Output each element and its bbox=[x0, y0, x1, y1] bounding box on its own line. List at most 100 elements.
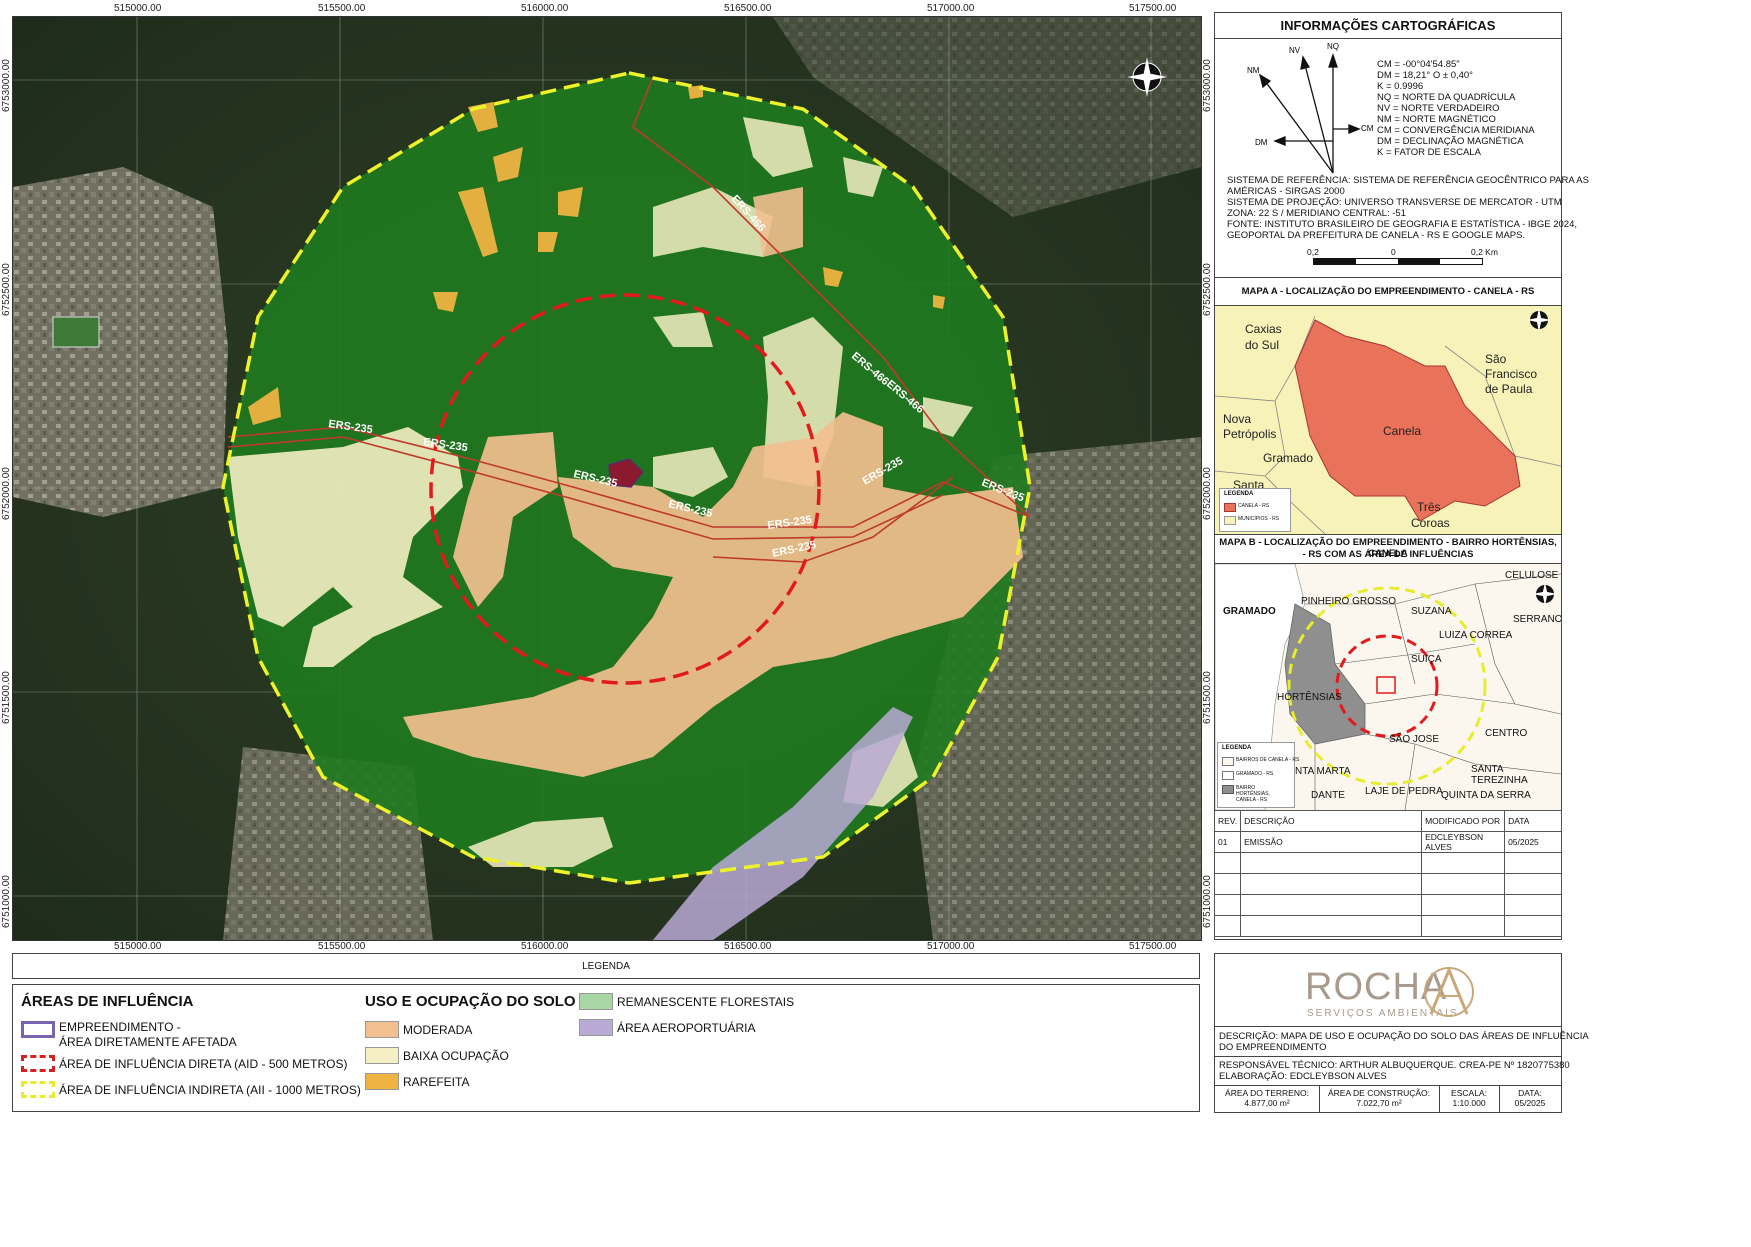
canela-polygon bbox=[1294, 319, 1521, 522]
y-coord-right: 6752500.00 bbox=[1202, 263, 1213, 316]
divider bbox=[1215, 1056, 1561, 1057]
reference-line: FONTE: INSTITUTO BRASILEIRO DE GEOGRAFIA… bbox=[1227, 219, 1577, 230]
escala-value: 1:10.000 bbox=[1452, 1098, 1486, 1108]
map-a: Caxias do Sul São Francisco de Paula Nov… bbox=[1215, 306, 1561, 534]
y-coord-left: 6751500.00 bbox=[1, 671, 12, 724]
place-label: Canela bbox=[1383, 424, 1422, 438]
north-info-line: K = 0.9996 bbox=[1377, 81, 1424, 92]
remanescente-swatch bbox=[579, 993, 613, 1010]
place-label: HORTÊNSIAS bbox=[1277, 692, 1342, 703]
data-cell: DATA: 05/2025 bbox=[1499, 1085, 1561, 1113]
place-label: SUIÇA bbox=[1411, 654, 1442, 665]
place-label: de Paula bbox=[1485, 382, 1533, 396]
rarefeita-swatch bbox=[365, 1073, 399, 1090]
map-a-legend: LEGENDA CANELA - RS MUNICÍPIOS - RS bbox=[1219, 488, 1291, 532]
sports-field bbox=[52, 316, 100, 348]
main-map-frame: ERS-466 ERS-466 ERS-466 ERS-235 ERS-235 … bbox=[12, 16, 1202, 941]
x-coord-bottom: 516500.00 bbox=[724, 941, 772, 952]
reference-line: GEOPORTAL DA PREFEITURA DE CANELA - RS E… bbox=[1227, 230, 1526, 241]
y-coord-left: 6751000.00 bbox=[1, 875, 12, 928]
place-label: Três bbox=[1417, 500, 1441, 514]
rev-cell bbox=[1213, 852, 1242, 874]
place-label: NTA MARTA bbox=[1295, 766, 1351, 777]
y-coord-left: 6752000.00 bbox=[1, 467, 12, 520]
legend-swatch-hortensias bbox=[1222, 785, 1234, 794]
north-info-line: CM = CONVERGÊNCIA MERIDIANA bbox=[1377, 125, 1535, 136]
place-label: SUZANA bbox=[1411, 606, 1452, 617]
cm-label: CM bbox=[1361, 124, 1374, 133]
y-coord-right: 6751500.00 bbox=[1202, 671, 1213, 724]
x-coord-bottom: 516000.00 bbox=[521, 941, 569, 952]
legend-swatch-canela bbox=[1224, 503, 1236, 512]
place-label: SERRANO bbox=[1513, 614, 1561, 625]
x-coord-bottom: 517000.00 bbox=[927, 941, 975, 952]
area-construcao-cell: ÁREA DE CONSTRUÇÃO: 7.022,70 m² bbox=[1319, 1085, 1440, 1113]
map-b: CELULOSE GRAMADO PINHEIRO GROSSO SUZANA … bbox=[1215, 564, 1561, 810]
info-panel: INFORMAÇÕES CARTOGRÁFICAS NM NV NQ DM CM… bbox=[1213, 12, 1589, 940]
scale-label-right: 0,2 Km bbox=[1471, 247, 1498, 257]
place-label: QUINTA DA SERRA bbox=[1441, 790, 1531, 801]
divider bbox=[1215, 534, 1561, 535]
rev-cell bbox=[1421, 873, 1506, 895]
north-info-line: K = FATOR DE ESCALA bbox=[1377, 147, 1481, 158]
nq-label: NQ bbox=[1327, 42, 1339, 51]
legend-swatch-gramado bbox=[1222, 771, 1234, 780]
legend-item: ÁREA DE INFLUÊNCIA DIRETA (AID - 500 MET… bbox=[59, 1057, 348, 1071]
reference-line: AMÉRICAS - SIRGAS 2000 bbox=[1227, 186, 1345, 197]
scale-bar bbox=[1313, 258, 1483, 265]
aeroportuaria-swatch bbox=[579, 1019, 613, 1036]
map-a-title: MAPA A - LOCALIZAÇÃO DO EMPREENDIMENTO -… bbox=[1241, 286, 1535, 297]
area-terreno-value: 4.877,00 m² bbox=[1244, 1098, 1290, 1108]
north-info-line: CM = -00°04'54.85" bbox=[1377, 59, 1460, 70]
rev-cell bbox=[1213, 873, 1242, 895]
place-label: Caxias bbox=[1245, 322, 1282, 336]
legend-item: MODERADA bbox=[403, 1023, 473, 1037]
legend-item: EMPREENDIMENTO - bbox=[59, 1020, 181, 1034]
rev-cell bbox=[1504, 873, 1562, 895]
legend-item: BAIRRO HORTÊNSIAS, CANELA - RS bbox=[1236, 785, 1270, 803]
place-label: CELULOSE bbox=[1505, 570, 1559, 581]
revision-table: REV. DESCRIÇÃO MODIFICADO POR DATA 01 EM… bbox=[1213, 810, 1562, 937]
area-terreno-label: ÁREA DO TERRENO: bbox=[1225, 1088, 1309, 1098]
rev-cell bbox=[1213, 894, 1242, 916]
legend-item: ÁREA DIRETAMENTE AFETADA bbox=[59, 1035, 237, 1049]
place-label: LUIZA CORREA bbox=[1439, 630, 1513, 641]
rev-cell bbox=[1240, 894, 1423, 916]
legend-item: CANELA - RS bbox=[1238, 503, 1270, 509]
info-title: INFORMAÇÕES CARTOGRÁFICAS bbox=[1280, 18, 1496, 33]
place-label: Nova bbox=[1223, 412, 1252, 426]
place-label: SÃO JOSE bbox=[1389, 734, 1440, 745]
nv-label: NV bbox=[1289, 46, 1301, 55]
x-coord-top: 515500.00 bbox=[318, 3, 366, 14]
area-construcao-value: 7.022,70 m² bbox=[1356, 1098, 1402, 1108]
rev-cell: EDCLEYBSON ALVES bbox=[1421, 831, 1506, 853]
place-label: CENTRO bbox=[1485, 728, 1528, 739]
rev-cell bbox=[1240, 915, 1423, 937]
scale-label-left: 0,2 bbox=[1307, 247, 1319, 257]
place-label: DANTE bbox=[1311, 790, 1345, 801]
descricao-line: DO EMPREENDIMENTO bbox=[1219, 1042, 1327, 1053]
legend-box: ÁREAS DE INFLUÊNCIA EMPREENDIMENTO - ÁRE… bbox=[12, 984, 1200, 1112]
place-label: Petrópolis bbox=[1223, 427, 1277, 441]
legend-item: GRAMADO - RS bbox=[1236, 771, 1274, 777]
x-coord-top: 517500.00 bbox=[1129, 3, 1177, 14]
data-label: DATA: bbox=[1518, 1088, 1542, 1098]
elaboracao: ELABORAÇÃO: EDCLEYBSON ALVES bbox=[1219, 1071, 1387, 1082]
place-label: do Sul bbox=[1245, 338, 1280, 352]
legend-title: LEGENDA bbox=[1224, 491, 1254, 497]
main-map: ERS-466 ERS-466 ERS-466 ERS-235 ERS-235 … bbox=[13, 17, 1201, 940]
place-label: São bbox=[1485, 352, 1507, 366]
x-coord-top: 516500.00 bbox=[724, 3, 772, 14]
rev-header: MODIFICADO POR bbox=[1421, 810, 1506, 832]
rev-cell bbox=[1421, 852, 1506, 874]
reference-line: SISTEMA DE REFERÊNCIA: SISTEMA DE REFERÊ… bbox=[1227, 175, 1589, 186]
legend-item: ÁREA DE INFLUÊNCIA INDIRETA (AII - 1000 … bbox=[59, 1083, 361, 1097]
rev-cell bbox=[1421, 915, 1506, 937]
aid-swatch bbox=[21, 1055, 55, 1072]
x-coord-bottom: 517500.00 bbox=[1129, 941, 1177, 952]
map-b-legend: LEGENDA BAIRROS DE CANELA - RS GRAMADO -… bbox=[1217, 742, 1299, 808]
place-label: LAJE DE PEDRA bbox=[1365, 786, 1443, 797]
area-construcao-label: ÁREA DE CONSTRUÇÃO: bbox=[1327, 1088, 1431, 1098]
moderada-swatch bbox=[365, 1021, 399, 1038]
map-b-title: - RS COM AS ÁREA DE INFLUÊNCIAS bbox=[1302, 549, 1474, 560]
